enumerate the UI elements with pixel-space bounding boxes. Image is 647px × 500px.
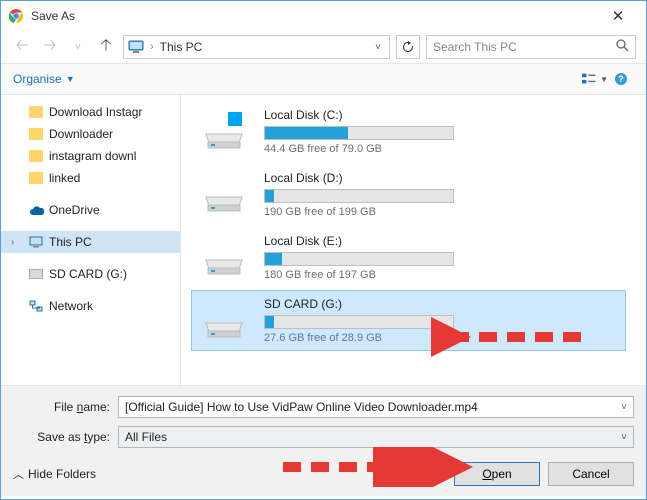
- drive-name: Local Disk (D:): [264, 171, 615, 185]
- tree-item[interactable]: linked: [1, 167, 180, 189]
- breadcrumb-sep-icon: ›: [150, 41, 154, 53]
- filename-input[interactable]: [Official Guide] How to Use VidPaw Onlin…: [118, 396, 634, 418]
- refresh-button[interactable]: [396, 35, 420, 59]
- network-icon: [29, 300, 43, 312]
- savetype-select[interactable]: All Files ˅: [118, 426, 634, 448]
- tree-item[interactable]: Downloader: [1, 123, 180, 145]
- chevron-down-icon: ▼: [66, 74, 75, 84]
- nav-forward-button[interactable]: 🡢: [39, 36, 61, 58]
- drive-usage-bar: [264, 126, 454, 140]
- filename-label: File name:: [13, 400, 118, 414]
- sd-icon: [29, 269, 43, 279]
- drive-usage-bar: [264, 252, 454, 266]
- tree-item[interactable]: Network: [1, 295, 180, 317]
- nav-tree: Download Instagr Downloader instagram down…: [1, 95, 181, 385]
- open-label: pen: [492, 467, 512, 481]
- drive-name: Local Disk (C:): [264, 108, 615, 122]
- chevron-down-icon[interactable]: ˅: [621, 432, 627, 443]
- open-button[interactable]: Open: [454, 462, 540, 486]
- chevron-up-icon: ︿: [13, 466, 24, 482]
- drive-free-text: 44.4 GB free of 79.0 GB: [264, 143, 615, 155]
- tree-item-label: Network: [49, 299, 93, 313]
- nav-up-button[interactable]: 🡡: [95, 36, 117, 58]
- close-button[interactable]: ✕: [598, 7, 638, 25]
- tree-item-label: SD CARD (G:): [49, 267, 127, 281]
- drive-item[interactable]: Local Disk (E:) 180 GB free of 197 GB: [191, 227, 626, 288]
- tree-item-label: Download Instagr: [49, 105, 142, 119]
- tree-item[interactable]: OneDrive: [1, 199, 180, 221]
- drive-name: SD CARD (G:): [264, 297, 615, 311]
- window-title: Save As: [31, 9, 598, 23]
- address-location: This PC: [160, 40, 203, 54]
- tree-item[interactable]: Download Instagr: [1, 101, 180, 123]
- drive-icon: [202, 175, 246, 215]
- address-bar[interactable]: › This PC ˅: [123, 35, 390, 59]
- hide-folders-label: Hide Folders: [28, 467, 96, 481]
- tree-item[interactable]: SD CARD (G:): [1, 263, 180, 285]
- search-icon: [616, 39, 629, 55]
- tree-item-label: OneDrive: [49, 203, 100, 217]
- drive-free-text: 190 GB free of 199 GB: [264, 206, 615, 218]
- drive-usage-bar: [264, 189, 454, 203]
- filename-value: [Official Guide] How to Use VidPaw Onlin…: [125, 400, 478, 414]
- tree-expand-icon[interactable]: ›: [11, 237, 14, 248]
- tree-item-label: instagram downl: [49, 149, 136, 163]
- drive-free-text: 180 GB free of 197 GB: [264, 269, 615, 281]
- tree-item-label: linked: [49, 171, 80, 185]
- drive-name: Local Disk (E:): [264, 234, 615, 248]
- view-options-button[interactable]: ▼: [582, 68, 608, 90]
- drive-item[interactable]: Local Disk (D:) 190 GB free of 199 GB: [191, 164, 626, 225]
- help-button[interactable]: ?: [608, 68, 634, 90]
- tree-item-label: This PC: [49, 235, 92, 249]
- chevron-down-icon[interactable]: ˅: [621, 402, 627, 413]
- folder-icon: [29, 172, 43, 184]
- svg-text:?: ?: [618, 74, 624, 84]
- tree-item[interactable]: instagram downl: [1, 145, 180, 167]
- chrome-icon: [9, 9, 23, 23]
- pc-icon: [29, 236, 43, 248]
- pc-icon: [128, 40, 144, 54]
- savetype-value: All Files: [125, 430, 167, 444]
- folder-icon: [29, 106, 43, 118]
- address-dropdown-icon[interactable]: ˅: [371, 42, 385, 53]
- drive-usage-bar: [264, 315, 454, 329]
- organise-menu[interactable]: Organise ▼: [13, 72, 75, 86]
- search-placeholder: Search This PC: [433, 40, 517, 54]
- drive-icon: [202, 301, 246, 341]
- nav-recent-button[interactable]: ˅: [67, 36, 89, 58]
- drive-icon: [202, 238, 246, 278]
- folder-icon: [29, 128, 43, 140]
- savetype-label: Save as type:: [13, 430, 118, 444]
- nav-back-button[interactable]: 🡠: [11, 36, 33, 58]
- cancel-button[interactable]: Cancel: [548, 462, 634, 486]
- drive-free-text: 27.6 GB free of 28.9 GB: [264, 332, 615, 344]
- drive-item[interactable]: Local Disk (C:) 44.4 GB free of 79.0 GB: [191, 101, 626, 162]
- tree-item[interactable]: › This PC: [1, 231, 180, 253]
- cancel-label: Cancel: [572, 467, 609, 481]
- drive-icon: [202, 112, 246, 152]
- hide-folders-button[interactable]: ︿ Hide Folders: [13, 466, 96, 482]
- organise-label: Organise: [13, 72, 62, 86]
- search-input[interactable]: Search This PC: [426, 35, 636, 59]
- folder-icon: [29, 150, 43, 162]
- drive-item[interactable]: SD CARD (G:) 27.6 GB free of 28.9 GB: [191, 290, 626, 351]
- drive-list: Local Disk (C:) 44.4 GB free of 79.0 GB …: [181, 95, 646, 385]
- onedrive-icon: [29, 205, 43, 215]
- tree-item-label: Downloader: [49, 127, 113, 141]
